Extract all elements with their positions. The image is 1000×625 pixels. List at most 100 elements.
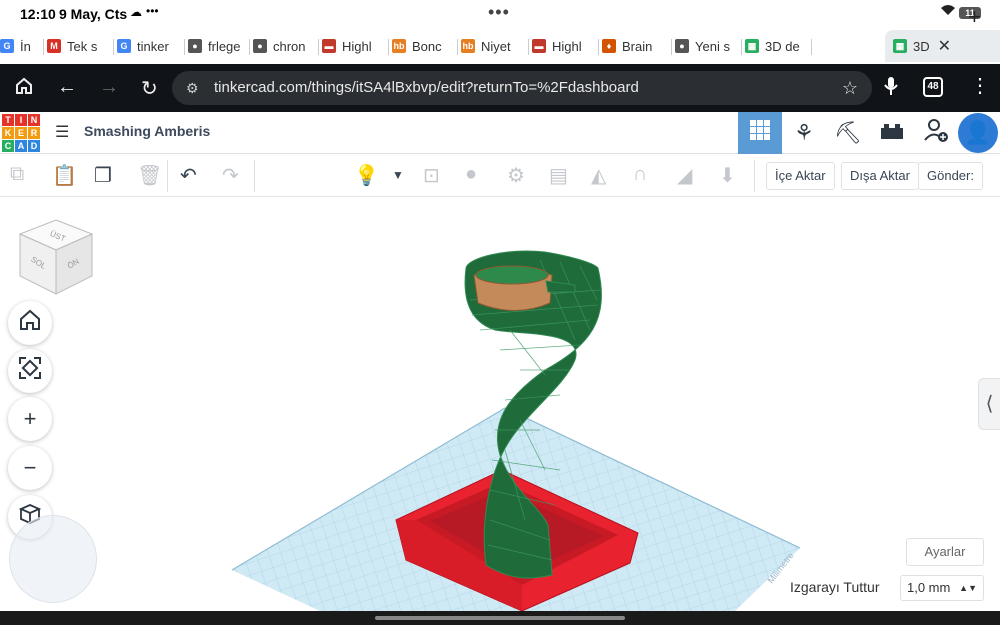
status-time: 12:10: [20, 6, 56, 22]
sim-lab-icon: ⚘: [794, 120, 814, 145]
delete-icon[interactable]: 🗑: [137, 163, 162, 188]
url-text: tinkercad.com/things/itSA4lBxbvp/edit?re…: [214, 79, 639, 96]
send-to-button[interactable]: Gönder:: [918, 162, 983, 190]
tab-separator: [741, 39, 742, 55]
workplane-canvas[interactable]: Milimetre ÜST SOL ÖN + −: [0, 197, 1000, 611]
favicon-icon: G: [117, 39, 131, 53]
pickaxe-icon: ⛏: [834, 120, 862, 145]
home-view-button[interactable]: [8, 301, 52, 345]
share-user-button[interactable]: [914, 112, 958, 154]
browser-tab[interactable]: ▦ 3D ✕: [885, 30, 1000, 62]
new-tab-button[interactable]: +: [968, 4, 981, 30]
fit-view-icon: [18, 356, 42, 386]
site-settings-icon[interactable]: ⚙: [186, 71, 199, 105]
notes-lightbulb-icon[interactable]: 💡: [354, 163, 379, 188]
group-icon[interactable]: ⊡: [423, 163, 440, 188]
home-indicator[interactable]: [375, 616, 625, 620]
logo-letter: D: [28, 140, 40, 152]
chevron-down-icon[interactable]: ▼: [392, 168, 404, 182]
toolbar-divider: [167, 160, 168, 192]
paste-icon[interactable]: 📋: [52, 163, 77, 188]
chevron-down-icon: ▲▼: [959, 583, 977, 593]
3d-design-mode-button[interactable]: [738, 112, 782, 154]
favicon-icon: ▬: [532, 39, 546, 53]
toolbar-divider: [754, 160, 755, 192]
tab-separator: [598, 39, 599, 55]
tab-label: Highl: [342, 38, 372, 54]
favicon-icon: hb: [392, 39, 406, 53]
zoom-in-button[interactable]: +: [8, 397, 52, 441]
settings-button[interactable]: Ayarlar: [906, 538, 984, 566]
ruler-icon[interactable]: ⬇: [719, 163, 736, 188]
toolbar-divider: [254, 160, 255, 192]
browser-tab[interactable]: hb Niyet: [461, 32, 524, 60]
home-icon[interactable]: [14, 76, 34, 102]
touch-joystick[interactable]: [9, 515, 97, 603]
tab-separator: [43, 39, 44, 55]
fit-view-button[interactable]: [8, 349, 52, 393]
brick-icon: [880, 120, 904, 146]
browser-tab[interactable]: ● chron: [253, 32, 315, 60]
favicon-icon: ●: [675, 39, 689, 53]
tab-count-button[interactable]: 48: [923, 77, 943, 97]
browser-tab[interactable]: ▬ Highl: [322, 32, 384, 60]
import-button[interactable]: İçe Aktar: [766, 162, 835, 190]
browser-tab[interactable]: ● Yeni s: [675, 32, 737, 60]
chevron-left-icon: ⟨: [985, 393, 994, 415]
browser-tab[interactable]: ▬ Highl: [532, 32, 594, 60]
browser-tab[interactable]: M Tek s: [47, 32, 109, 60]
menu-list-icon[interactable]: ☰: [55, 122, 69, 142]
browser-tab[interactable]: hb Bonc: [392, 32, 454, 60]
scene-3d[interactable]: Milimetre: [0, 197, 1000, 611]
logo-letter: T: [2, 114, 14, 126]
browser-tab[interactable]: G İndiri: [0, 32, 30, 60]
favicon-icon: ▦: [745, 39, 759, 53]
microphone-icon[interactable]: [884, 76, 898, 101]
tab-label: Brain: [622, 38, 653, 54]
magnet-icon[interactable]: ∩: [633, 163, 647, 186]
tab-label: 3D de: [765, 38, 800, 54]
blocks-button[interactable]: ⛏: [826, 112, 870, 154]
forward-icon[interactable]: →: [99, 76, 119, 99]
browser-tab[interactable]: ♦ Brain: [602, 32, 667, 60]
browser-menu-icon[interactable]: ⋮: [970, 73, 990, 98]
view-cube[interactable]: ÜST SOL ÖN: [18, 218, 94, 301]
cloud-icon: ☁: [130, 5, 142, 19]
tab-separator: [113, 39, 114, 55]
project-title[interactable]: Smashing Amberis: [84, 123, 210, 139]
zoom-out-button[interactable]: −: [8, 446, 52, 490]
multitask-handle-icon[interactable]: •••: [488, 2, 510, 23]
browser-tab[interactable]: ● frlege: [188, 32, 245, 60]
snap-grid-label: Izgarayı Tuttur: [790, 579, 880, 595]
back-icon[interactable]: ←: [57, 76, 77, 99]
browser-tab[interactable]: ▦ 3D de: [745, 32, 807, 60]
tab-separator: [671, 39, 672, 55]
bookmark-star-icon[interactable]: ☆: [842, 71, 858, 105]
logo-letter: N: [28, 114, 40, 126]
export-button[interactable]: Dışa Aktar: [841, 162, 919, 190]
address-bar[interactable]: ⚙ tinkercad.com/things/itSA4lBxbvp/edit?…: [172, 71, 872, 105]
mirror-icon[interactable]: ◭: [591, 163, 606, 188]
workplane-icon[interactable]: ◢: [677, 163, 692, 188]
undo-icon[interactable]: ↶: [180, 163, 197, 188]
sim-lab-button[interactable]: ⚘: [782, 112, 826, 154]
copy-icon[interactable]: ⧉: [10, 163, 24, 186]
browser-tab[interactable]: Gtinker: [117, 32, 180, 60]
redo-icon[interactable]: ↷: [222, 163, 239, 188]
tab-label: Highl: [552, 38, 582, 54]
hole-solid-icon[interactable]: ⚙: [507, 163, 525, 188]
reload-icon[interactable]: ↻: [141, 76, 158, 101]
ungroup-icon[interactable]: ●: [465, 163, 477, 186]
minus-icon: −: [23, 455, 37, 480]
shapes-panel-toggle[interactable]: ⟨: [978, 378, 1000, 430]
align-icon[interactable]: ▤: [549, 163, 568, 188]
logo-letter: R: [28, 127, 40, 139]
snap-grid-select[interactable]: 1,0 mm ▲▼: [900, 575, 984, 601]
duplicate-icon[interactable]: ❐: [94, 163, 112, 188]
tab-separator: [388, 39, 389, 55]
tinkercad-logo[interactable]: TIN KER CAD: [2, 114, 40, 152]
close-tab-icon[interactable]: ✕: [938, 36, 951, 56]
favicon-icon: G: [0, 39, 14, 53]
bricks-button[interactable]: [870, 112, 914, 154]
avatar[interactable]: 👤: [958, 113, 998, 153]
